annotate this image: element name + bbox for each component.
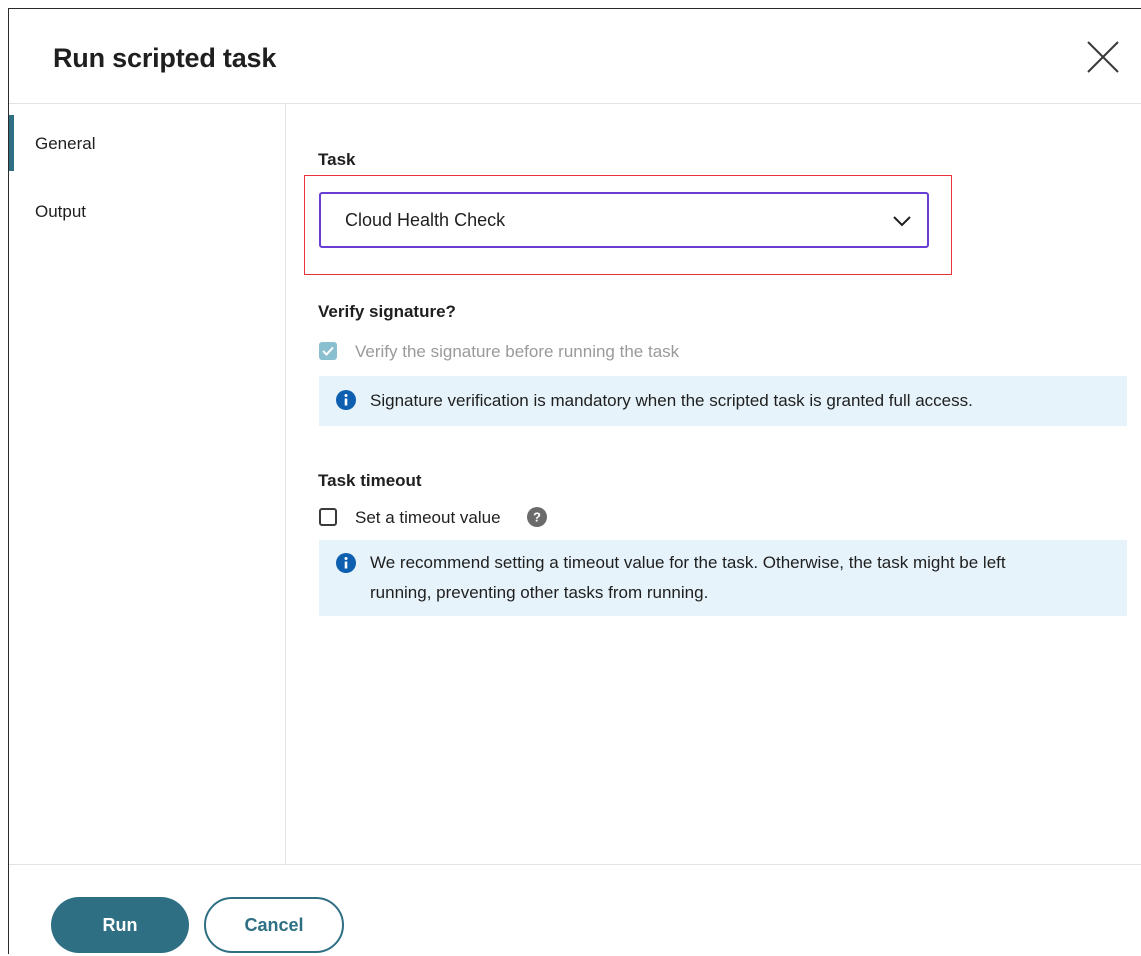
info-icon — [336, 553, 356, 573]
run-scripted-task-dialog: Run scripted task General Output Task Cl… — [8, 8, 1141, 954]
sidebar-item-label: General — [35, 134, 96, 153]
timeout-checkbox-row: Set a timeout value ? — [319, 507, 579, 532]
task-timeout-label: Task timeout — [318, 471, 422, 490]
sidebar-item-label: Output — [35, 202, 87, 221]
run-button[interactable]: Run — [51, 897, 189, 953]
verify-signature-label: Verify signature? — [318, 302, 456, 321]
task-select-value: Cloud Health Check — [345, 210, 506, 230]
timeout-info-text-line1: We recommend setting a timeout value for… — [370, 553, 1006, 572]
timeout-info-banner: We recommend setting a timeout value for… — [319, 540, 1127, 616]
task-select[interactable]: Cloud Health Check — [319, 192, 929, 248]
general-content: Task Cloud Health Check Verify signature… — [286, 104, 1141, 864]
check-icon — [322, 346, 334, 356]
info-icon — [336, 390, 356, 410]
signature-info-banner: Signature verification is mandatory when… — [319, 376, 1127, 426]
verify-signature-checkbox[interactable] — [319, 342, 337, 360]
chevron-down-icon — [893, 216, 911, 227]
timeout-checkbox[interactable] — [319, 508, 337, 526]
sidebar-item-general[interactable]: General — [9, 104, 285, 171]
cancel-button[interactable]: Cancel — [204, 897, 344, 953]
close-button[interactable] — [1085, 39, 1121, 75]
dialog-footer: Run Cancel — [9, 864, 1141, 956]
dialog-header: Run scripted task — [9, 9, 1141, 104]
timeout-info-text-line2: running, preventing other tasks from run… — [370, 583, 709, 602]
close-icon — [1087, 41, 1119, 73]
svg-text:?: ? — [533, 510, 541, 525]
help-icon[interactable]: ? — [527, 507, 547, 527]
sidebar-nav: General Output — [9, 104, 286, 864]
timeout-checkbox-label: Set a timeout value — [355, 508, 501, 527]
verify-signature-checkbox-label: Verify the signature before running the … — [355, 342, 680, 361]
task-label: Task — [318, 150, 356, 169]
sidebar-item-output[interactable]: Output — [9, 184, 285, 240]
dialog-title: Run scripted task — [53, 43, 277, 73]
signature-info-text: Signature verification is mandatory when… — [370, 391, 973, 410]
